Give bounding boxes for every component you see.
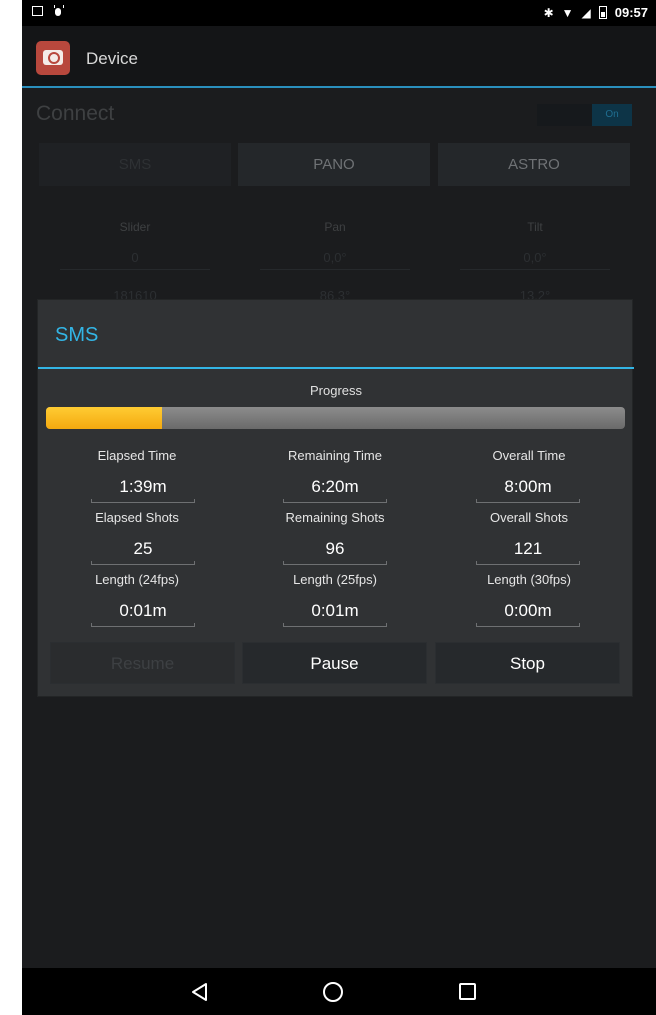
remaining-time-value: 6:20m — [283, 477, 387, 503]
status-bar: ✱ ▼ ◢ 09:57 — [22, 0, 656, 26]
axis-value-slider[interactable]: 0 — [60, 250, 210, 270]
connect-toggle[interactable]: On — [537, 104, 632, 126]
remaining-time-label: Remaining Time — [288, 448, 382, 463]
home-icon[interactable] — [323, 982, 343, 1002]
elapsed-time-value: 1:39m — [91, 477, 195, 503]
device-screen: ✱ ▼ ◢ 09:57 Device Connect On SMS PANO A… — [22, 0, 656, 1015]
debug-icon — [53, 5, 64, 17]
action-bar: Device — [22, 26, 656, 88]
remaining-shots-label: Remaining Shots — [285, 510, 385, 525]
overall-shots-label: Overall Shots — [489, 510, 569, 525]
status-right-icons: ✱ ▼ ◢ 09:57 — [544, 5, 648, 20]
connect-label: Connect — [36, 102, 115, 125]
mode-button-astro[interactable]: ASTRO — [438, 143, 630, 186]
mode-button-sms[interactable]: SMS — [39, 143, 231, 186]
overall-time-label: Overall Time — [492, 448, 566, 463]
camera-app-icon[interactable] — [36, 41, 70, 75]
battery-icon — [598, 6, 607, 19]
axis-label-tilt: Tilt — [527, 220, 543, 234]
progress-bar — [46, 407, 625, 429]
image-icon — [32, 6, 43, 16]
recents-icon[interactable] — [459, 983, 476, 1000]
length-24fps-label: Length (24fps) — [95, 572, 179, 587]
status-time: 09:57 — [614, 5, 648, 20]
length-25fps-value: 0:01m — [283, 601, 387, 627]
wifi-icon: ▼ — [561, 5, 574, 20]
axis-label-pan: Pan — [324, 220, 346, 234]
status-left-icons — [32, 5, 64, 17]
elapsed-shots-value: 25 — [91, 539, 195, 565]
bluetooth-icon: ✱ — [543, 5, 554, 20]
cell-signal-icon: ◢ — [581, 5, 591, 20]
length-24fps-value: 0:01m — [91, 601, 195, 627]
progress-bar-fill — [46, 407, 162, 429]
connect-toggle-on-label: On — [592, 104, 632, 126]
dialog-title-divider — [38, 367, 634, 369]
back-icon[interactable] — [189, 981, 211, 1003]
elapsed-shots-label: Elapsed Shots — [95, 510, 179, 525]
overall-time-value: 8:00m — [476, 477, 580, 503]
pause-button[interactable]: Pause — [242, 642, 427, 684]
length-30fps-label: Length (30fps) — [487, 572, 571, 587]
overall-shots-value: 121 — [476, 539, 580, 565]
length-25fps-label: Length (25fps) — [293, 572, 377, 587]
axis-value-pan[interactable]: 0,0° — [260, 250, 410, 270]
axis-value-tilt[interactable]: 0,0° — [460, 250, 610, 270]
stop-button[interactable]: Stop — [435, 642, 620, 684]
navigation-bar — [22, 968, 656, 1015]
resume-button[interactable]: Resume — [50, 642, 235, 684]
remaining-shots-value: 96 — [283, 539, 387, 565]
sms-progress-dialog: SMS Progress Elapsed Time Remaining Time… — [37, 299, 634, 697]
progress-label: Progress — [309, 383, 363, 398]
action-bar-title: Device — [86, 49, 138, 68]
dialog-title: SMS — [55, 324, 99, 346]
length-30fps-value: 0:00m — [476, 601, 580, 627]
elapsed-time-label: Elapsed Time — [97, 448, 177, 463]
mode-button-pano[interactable]: PANO — [238, 143, 430, 186]
axis-label-slider: Slider — [119, 220, 151, 234]
